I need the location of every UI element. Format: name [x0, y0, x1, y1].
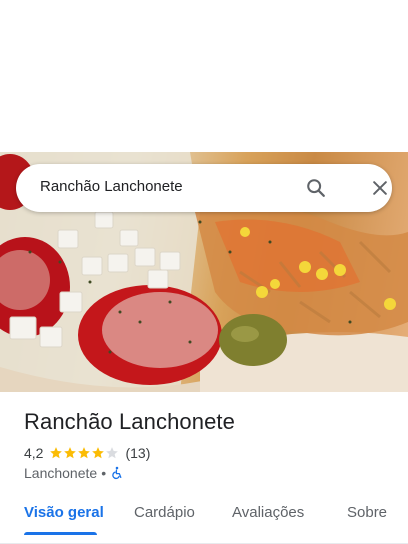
separator-dot: • [101, 465, 107, 481]
search-bar[interactable]: Ranchão Lanchonete [16, 164, 392, 212]
active-tab-indicator [24, 532, 97, 535]
close-button[interactable] [366, 174, 394, 202]
rating-stars [49, 446, 119, 460]
star-filled-icon [50, 447, 63, 459]
tab-overview[interactable]: Visão geral [24, 504, 104, 521]
star-filled-icon [78, 447, 91, 459]
category-row: Lanchonete • [24, 464, 124, 482]
tab-about[interactable]: Sobre [347, 504, 387, 521]
place-name: Ranchão Lanchonete [24, 409, 235, 434]
review-count[interactable]: (13) [125, 445, 150, 461]
close-icon [373, 181, 387, 195]
place-tabs: Visão geral Cardápio Avaliações Sobre [0, 494, 408, 544]
wheelchair-accessible-icon[interactable] [110, 466, 124, 480]
search-icon [307, 179, 325, 197]
rating-value: 4,2 [24, 445, 44, 461]
tab-menu[interactable]: Cardápio [134, 504, 195, 521]
search-query-text[interactable]: Ranchão Lanchonete [40, 178, 183, 195]
rating-row[interactable]: 4,2 (13) [24, 444, 150, 462]
star-filled-icon [92, 447, 105, 459]
place-category: Lanchonete [24, 465, 98, 481]
search-button[interactable] [302, 174, 330, 202]
star-empty-icon [106, 447, 119, 459]
tab-reviews[interactable]: Avaliações [232, 504, 304, 521]
star-filled-icon [64, 447, 77, 459]
